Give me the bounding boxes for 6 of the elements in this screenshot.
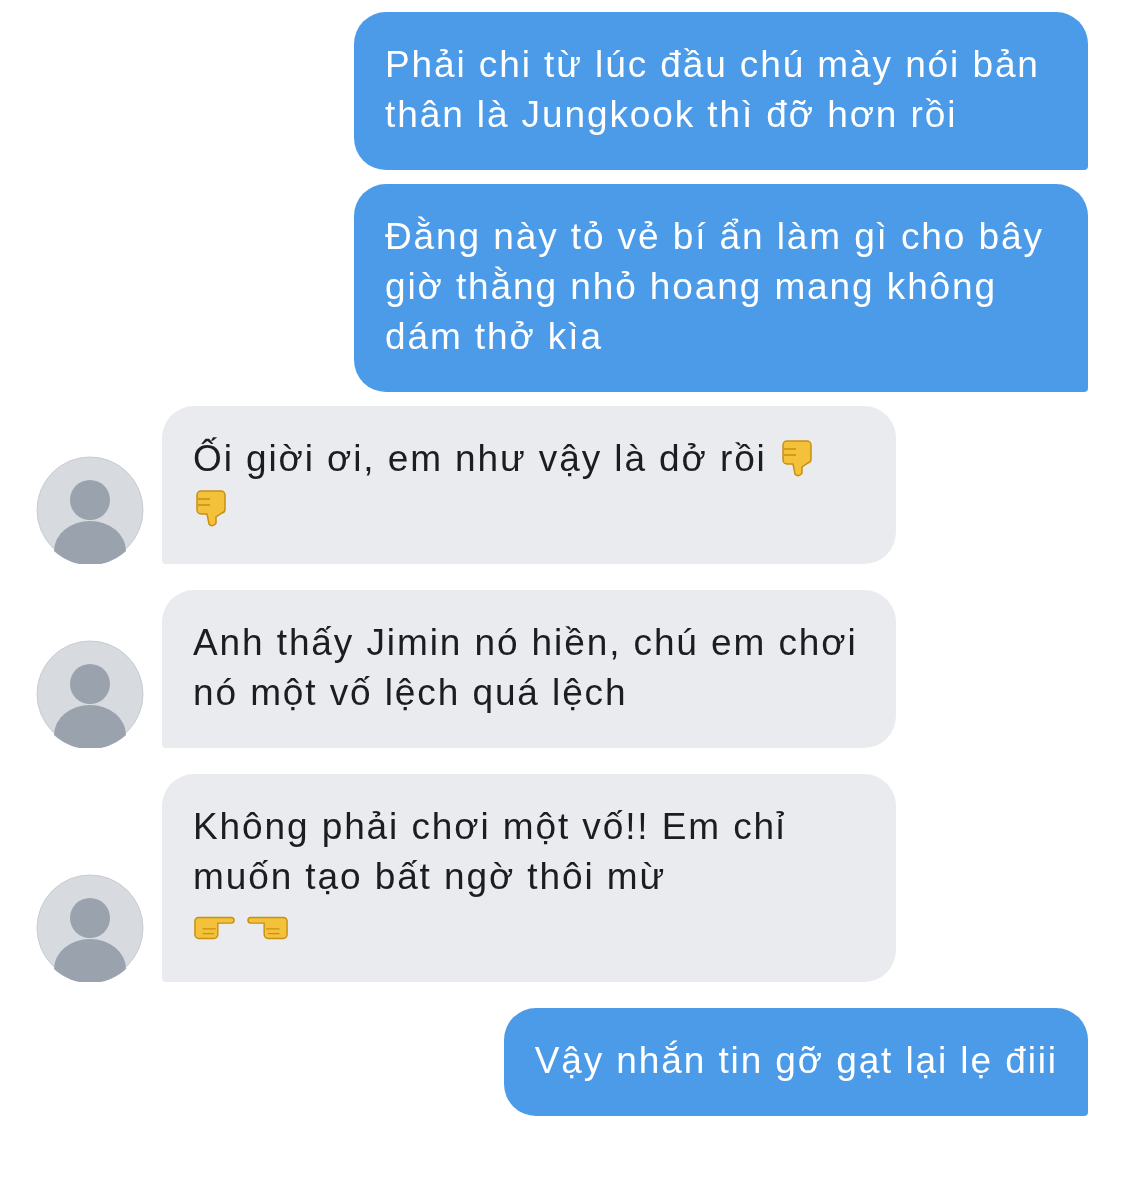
message-text: Phải chi từ lúc đầu chú mày nói bản thân là Jungkook thì đỡ hơn rồi — [385, 43, 1041, 137]
message-text: Ối giời ơi, em như vậy là dở rồi — [193, 436, 767, 481]
message-text: Không phải chơi một vố!! Em chỉ muốn tạo bất ngờ thôi mừ — [193, 805, 788, 899]
message-text: Anh thấy Jimin nó hiền, chú em chơi nó một vố lệch quá lệch — [193, 621, 859, 715]
message-text: Vậy nhắn tin gỡ gạt lại lẹ điii — [534, 1039, 1058, 1083]
message-text: Đằng này tỏ vẻ bí ẩn làm gì cho bây giờ thằng nhỏ hoang mang không dám thở kìa — [385, 215, 1045, 359]
